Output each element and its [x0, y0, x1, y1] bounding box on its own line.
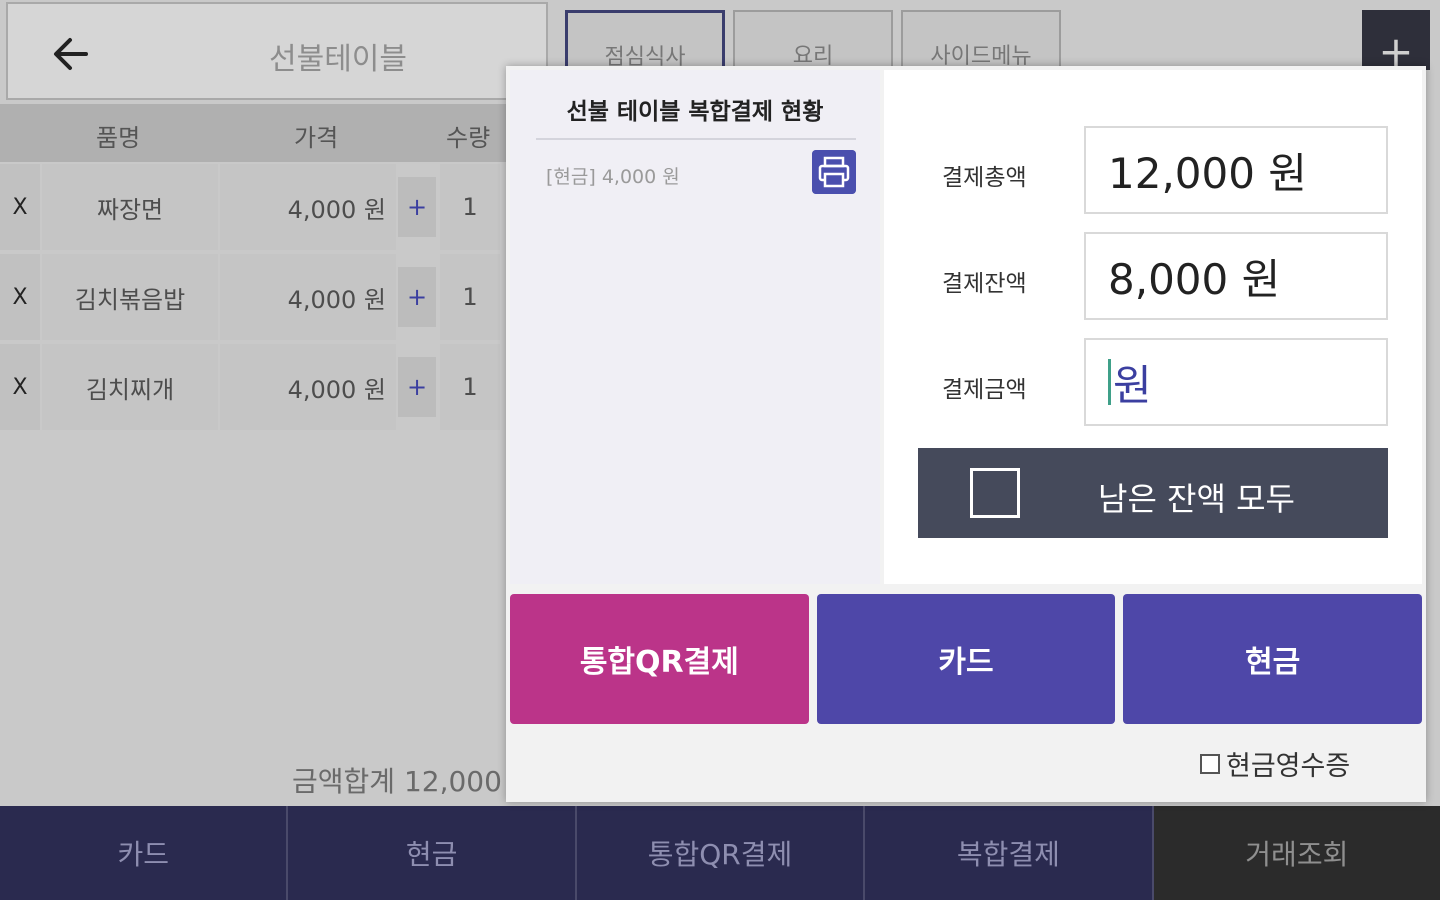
card-payment-button[interactable]: 카드 [816, 594, 1116, 724]
split-payment-dialog: 선불 테이블 복합결제 현황 [현금] 4,000 원 결제총액 12,000 … [506, 66, 1426, 802]
item-name: 김치볶음밥 [42, 254, 218, 340]
payment-status-title: 선불 테이블 복합결제 현황 [566, 99, 824, 125]
remaining-amount-field: 8,000 원 [1084, 232, 1388, 320]
payment-method-buttons: 통합QR결제 카드 현금 [510, 594, 1423, 724]
card-pay-button[interactable]: 카드 [0, 806, 289, 900]
cash-pay-button[interactable]: 현금 [288, 806, 577, 900]
add-category-button[interactable]: + [1362, 10, 1430, 76]
qr-pay-button[interactable]: 통합QR결제 [576, 806, 866, 900]
payment-amount-label: 결제금액 [942, 377, 1027, 403]
qr-payment-button[interactable]: 통합QR결제 [510, 594, 809, 724]
increase-quantity-button[interactable]: + [398, 267, 436, 327]
payment-input-panel: 결제총액 12,000 원 결제잔액 8,000 원 결제금액 원 남은 잔액 … [884, 70, 1422, 584]
table-row: X 김치찌개 4,000 원 + 1 [0, 344, 508, 430]
split-pay-button[interactable]: 복합결제 [865, 806, 1154, 900]
tab-side-menu[interactable]: 사이드메뉴 [901, 10, 1061, 72]
delete-item-button[interactable]: X [0, 254, 40, 340]
header-quantity: 수량 [446, 124, 491, 152]
table-row: X 짜장면 4,000 원 + 1 [0, 164, 508, 250]
category-tabs: 점심식사 요리 사이드메뉴 [565, 10, 1061, 72]
printer-icon[interactable] [812, 150, 856, 194]
cash-receipt-label: 현금영수증 [1226, 751, 1351, 782]
pay-remaining-label: 남은 잔액 모두 [1098, 480, 1295, 518]
page-title: 선불테이블 [269, 42, 407, 77]
item-quantity: 1 [440, 164, 500, 250]
remaining-amount-label: 결제잔액 [942, 271, 1027, 297]
item-price: 4,000 원 [220, 164, 396, 250]
delete-item-button[interactable]: X [0, 164, 40, 250]
cash-receipt-checkbox[interactable] [1200, 753, 1220, 774]
item-name: 짜장면 [42, 164, 218, 250]
item-price: 4,000 원 [220, 254, 396, 340]
tab-dishes[interactable]: 요리 [733, 10, 893, 72]
bottom-action-bar: 카드 현금 통합QR결제 복합결제 거래조회 [0, 806, 1440, 900]
table-row: X 김치볶음밥 4,000 원 + 1 [0, 254, 508, 340]
pay-remaining-toggle[interactable]: 남은 잔액 모두 [918, 448, 1388, 538]
transaction-lookup-button[interactable]: 거래조회 [1153, 806, 1440, 900]
cash-payment-button[interactable]: 현금 [1123, 594, 1423, 724]
order-total: 금액합계 12,000 [292, 765, 502, 798]
header: 선불테이블 [6, 2, 548, 100]
order-table-header: 품명 가격 수량 [0, 104, 508, 162]
header-item-name: 품명 [96, 124, 141, 152]
item-quantity: 1 [440, 344, 500, 430]
cash-receipt-option[interactable]: 현금영수증 [1200, 744, 1350, 783]
item-quantity: 1 [440, 254, 500, 340]
payment-amount-value: 원 [1113, 360, 1152, 410]
total-amount-label: 결제총액 [942, 165, 1027, 191]
divider [536, 138, 856, 140]
total-amount-field: 12,000 원 [1084, 126, 1388, 214]
remaining-checkbox[interactable] [970, 468, 1020, 518]
tab-lunch[interactable]: 점심식사 [565, 10, 725, 72]
item-name: 김치찌개 [42, 344, 218, 430]
increase-quantity-button[interactable]: + [398, 177, 436, 237]
payment-amount-input[interactable]: 원 [1084, 338, 1388, 426]
delete-item-button[interactable]: X [0, 344, 40, 430]
header-price: 가격 [294, 124, 339, 152]
back-arrow-icon[interactable] [48, 30, 96, 78]
increase-quantity-button[interactable]: + [398, 357, 436, 417]
payment-status-panel: 선불 테이블 복합결제 현황 [현금] 4,000 원 [510, 70, 880, 584]
text-cursor [1108, 359, 1111, 405]
payment-entry: [현금] 4,000 원 [546, 166, 680, 188]
item-price: 4,000 원 [220, 344, 396, 430]
